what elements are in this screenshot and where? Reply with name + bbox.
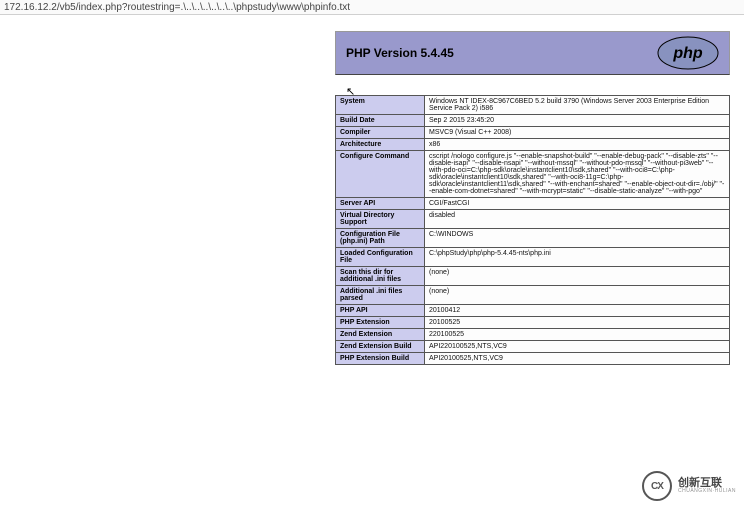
table-row: Build DateSep 2 2015 23:45:20 — [336, 115, 730, 127]
row-value: Sep 2 2015 23:45:20 — [425, 115, 730, 127]
table-row: PHP Extension BuildAPI20100525,NTS,VC9 — [336, 353, 730, 365]
table-row: Configuration File (php.ini) PathC:\WIND… — [336, 229, 730, 248]
table-row: Configure Commandcscript /nologo configu… — [336, 151, 730, 198]
row-value: C:\WINDOWS — [425, 229, 730, 248]
row-key: Zend Extension — [336, 329, 425, 341]
table-row: Loaded Configuration FileC:\phpStudy\php… — [336, 248, 730, 267]
table-row: SystemWindows NT IDEX-8C967C6BED 5.2 bui… — [336, 96, 730, 115]
row-value: 220100525 — [425, 329, 730, 341]
row-value: API20100525,NTS,VC9 — [425, 353, 730, 365]
row-value: 20100525 — [425, 317, 730, 329]
row-value: disabled — [425, 210, 730, 229]
php-version-title: PHP Version 5.4.45 — [346, 46, 454, 60]
table-row: Virtual Directory Supportdisabled — [336, 210, 730, 229]
row-value: C:\phpStudy\php\php-5.4.45-nts\php.ini — [425, 248, 730, 267]
phpinfo-table: SystemWindows NT IDEX-8C967C6BED 5.2 bui… — [335, 95, 730, 365]
table-row: PHP Extension20100525 — [336, 317, 730, 329]
row-key: Compiler — [336, 127, 425, 139]
table-row: Scan this dir for additional .ini files(… — [336, 267, 730, 286]
row-value: Windows NT IDEX-8C967C6BED 5.2 build 379… — [425, 96, 730, 115]
table-row: CompilerMSVC9 (Visual C++ 2008) — [336, 127, 730, 139]
table-row: Zend Extension BuildAPI220100525,NTS,VC9 — [336, 341, 730, 353]
address-bar[interactable]: 172.16.12.2/vb5/index.php?routestring=.\… — [0, 0, 744, 15]
row-key: PHP Extension — [336, 317, 425, 329]
watermark-text: 创新互联 CHUANGXIN·HULIAN — [678, 478, 736, 494]
table-row: Zend Extension220100525 — [336, 329, 730, 341]
row-key: Server API — [336, 198, 425, 210]
phpinfo-panel: PHP Version 5.4.45 php SystemWindows NT … — [335, 31, 730, 365]
row-key: PHP API — [336, 305, 425, 317]
row-key: Zend Extension Build — [336, 341, 425, 353]
row-value: MSVC9 (Visual C++ 2008) — [425, 127, 730, 139]
row-value: API220100525,NTS,VC9 — [425, 341, 730, 353]
row-value: x86 — [425, 139, 730, 151]
row-key: Architecture — [336, 139, 425, 151]
row-value: (none) — [425, 267, 730, 286]
row-value: (none) — [425, 286, 730, 305]
row-key: Loaded Configuration File — [336, 248, 425, 267]
row-key: System — [336, 96, 425, 115]
row-key: Virtual Directory Support — [336, 210, 425, 229]
watermark-en: CHUANGXIN·HULIAN — [678, 489, 736, 494]
row-key: Additional .ini files parsed — [336, 286, 425, 305]
row-key: Scan this dir for additional .ini files — [336, 267, 425, 286]
watermark-logo-icon: CX — [642, 471, 672, 501]
table-row: Server APICGI/FastCGI — [336, 198, 730, 210]
row-value: 20100412 — [425, 305, 730, 317]
phpinfo-header: PHP Version 5.4.45 php — [335, 31, 730, 75]
php-logo-icon: php — [657, 36, 719, 70]
table-row: PHP API20100412 — [336, 305, 730, 317]
svg-text:php: php — [672, 45, 703, 62]
row-value: CGI/FastCGI — [425, 198, 730, 210]
table-row: Architecturex86 — [336, 139, 730, 151]
address-bar-text: 172.16.12.2/vb5/index.php?routestring=.\… — [4, 2, 350, 13]
page-content: PHP Version 5.4.45 php SystemWindows NT … — [0, 15, 744, 509]
row-key: Configure Command — [336, 151, 425, 198]
row-key: PHP Extension Build — [336, 353, 425, 365]
row-key: Build Date — [336, 115, 425, 127]
row-key: Configuration File (php.ini) Path — [336, 229, 425, 248]
row-value: cscript /nologo configure.js "--enable-s… — [425, 151, 730, 198]
table-row: Additional .ini files parsed(none) — [336, 286, 730, 305]
watermark: CX 创新互联 CHUANGXIN·HULIAN — [642, 471, 736, 501]
